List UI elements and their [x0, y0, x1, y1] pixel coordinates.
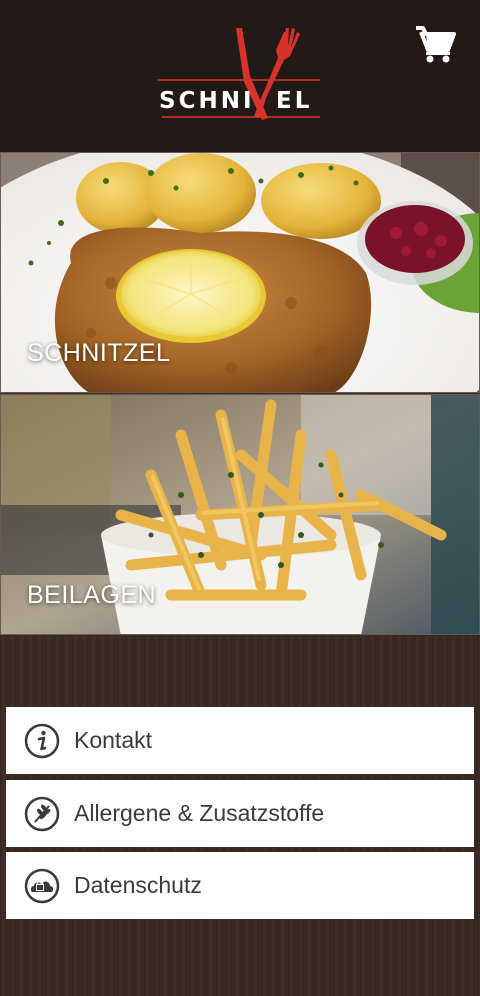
- category-label: SCHNITZEL: [27, 339, 171, 367]
- category-tile-schnitzel[interactable]: SCHNITZEL: [0, 152, 480, 393]
- app-header: SCHNI EL: [0, 0, 480, 152]
- kontakt-button[interactable]: Kontakt: [6, 707, 474, 774]
- svg-text:SCHNI: SCHNI: [159, 88, 255, 114]
- wheat-icon: [24, 796, 60, 831]
- allergene-label: Allergene & Zusatzstoffe: [74, 800, 325, 826]
- category-tile-beilagen[interactable]: BEILAGEN: [0, 394, 480, 635]
- schnitzel-logo[interactable]: SCHNI EL: [156, 26, 324, 122]
- allergene-button[interactable]: Allergene & Zusatzstoffe: [6, 780, 474, 847]
- info-icon: [24, 723, 60, 758]
- datenschutz-button[interactable]: Datenschutz: [6, 852, 474, 919]
- lock-cloud-icon: [24, 868, 60, 903]
- cart-icon: [416, 26, 456, 63]
- datenschutz-label: Datenschutz: [74, 872, 202, 898]
- cart-button[interactable]: [414, 24, 456, 64]
- category-label: BEILAGEN: [27, 581, 157, 609]
- svg-text:EL: EL: [276, 88, 312, 114]
- kontakt-label: Kontakt: [74, 727, 152, 753]
